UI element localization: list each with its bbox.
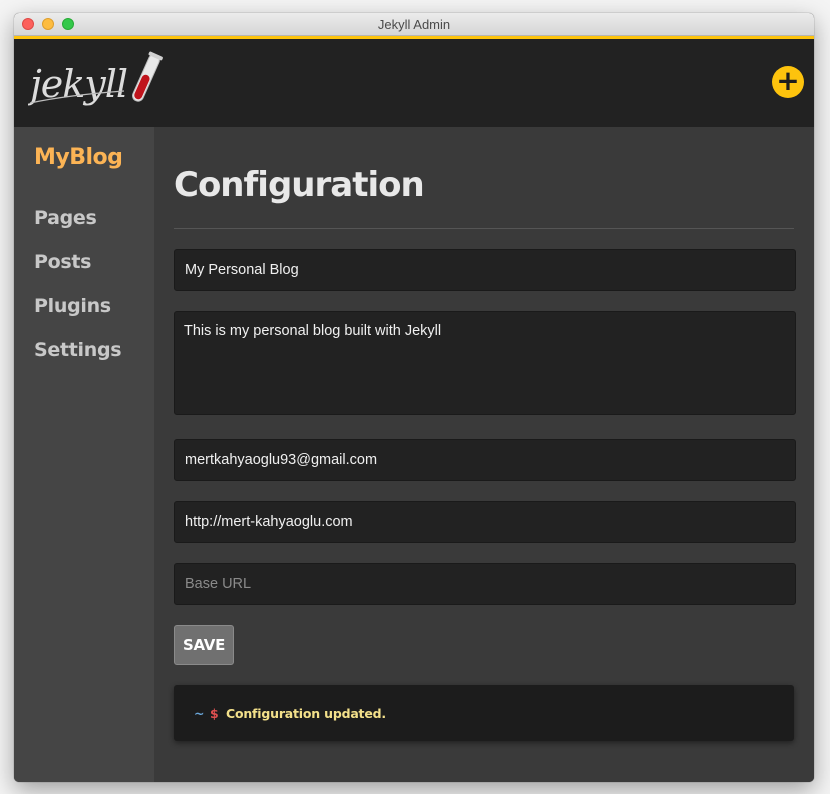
app-header: jekyll +	[14, 39, 814, 127]
sidebar-item-posts[interactable]: Posts	[34, 251, 91, 273]
page-title: Configuration	[174, 165, 425, 205]
sidebar: MyBlog Pages Posts Plugins Settings	[14, 127, 154, 782]
save-button[interactable]: SAVE	[174, 625, 234, 665]
prompt-tilde: ~	[194, 706, 205, 721]
sidebar-item-pages[interactable]: Pages	[34, 207, 97, 229]
prompt-dollar: $	[210, 706, 219, 721]
title-bar: Jekyll Admin	[14, 13, 814, 36]
sidebar-item-plugins[interactable]: Plugins	[34, 295, 111, 317]
title-divider	[174, 228, 794, 229]
plus-icon: +	[776, 64, 800, 97]
email-field[interactable]	[174, 439, 796, 481]
jekyll-logo[interactable]: jekyll	[23, 49, 168, 115]
main-content: Configuration This is my personal blog b…	[154, 127, 814, 782]
test-tube-icon	[132, 51, 163, 102]
base-url-field[interactable]	[174, 563, 796, 605]
site-title-field[interactable]	[174, 249, 796, 291]
logo-wordmark: jekyll	[28, 62, 127, 106]
sidebar-item-settings[interactable]: Settings	[34, 339, 122, 361]
add-button[interactable]: +	[772, 66, 804, 98]
site-name-link[interactable]: MyBlog	[34, 145, 123, 170]
url-field[interactable]	[174, 501, 796, 543]
window-title: Jekyll Admin	[377, 17, 451, 32]
notification-message: Configuration updated.	[226, 706, 386, 721]
site-description-field[interactable]: This is my personal blog built with Jeky…	[174, 311, 796, 415]
notification-bar: ~ $ Configuration updated.	[174, 685, 794, 741]
app-window: Jekyll Admin jekyll + MyBlog Pages Posts…	[14, 13, 814, 782]
